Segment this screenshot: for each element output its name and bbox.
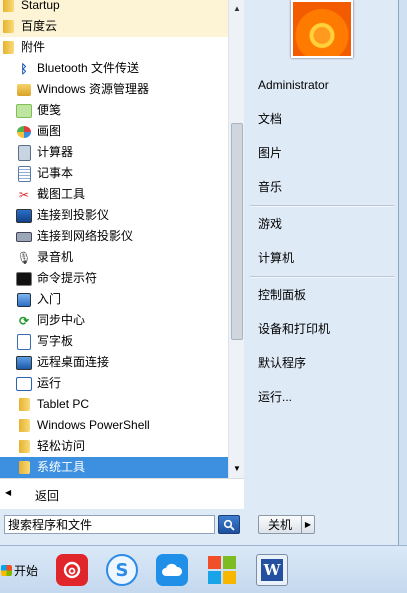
start-menu: Startup 百度云 附件 ᛒ Bluetooth 文件传送 Windows … — [0, 0, 399, 545]
snipping-tool-icon: ✂ — [18, 187, 30, 202]
program-item-remote-desktop[interactable]: 远程桌面连接 — [0, 352, 244, 373]
link-user-folder[interactable]: Administrator — [258, 78, 329, 92]
link-documents[interactable]: 文档 — [258, 112, 282, 126]
program-item-snipping-tool[interactable]: ✂ 截图工具 — [0, 184, 244, 205]
notepad-icon — [16, 165, 32, 182]
program-item-calculator[interactable]: 计算器 — [0, 142, 244, 163]
folder-icon — [16, 460, 32, 476]
paint-icon — [16, 124, 32, 140]
folder-icon — [0, 40, 16, 56]
folder-icon — [0, 19, 16, 35]
shutdown-button[interactable]: 关机 — [258, 515, 302, 534]
program-item-tablet-pc[interactable]: Tablet PC — [0, 394, 244, 415]
program-item-sync-center[interactable]: ⟳ 同步中心 — [0, 310, 244, 331]
sticky-notes-icon — [16, 103, 32, 119]
all-programs-list: Startup 百度云 附件 ᛒ Bluetooth 文件传送 Windows … — [0, 0, 244, 478]
calculator-icon — [16, 144, 32, 161]
program-item-wordpad[interactable]: 写字板 — [0, 331, 244, 352]
sound-recorder-icon: 🎙 — [16, 250, 32, 265]
folder-icon — [16, 418, 32, 434]
program-item-windows-powershell[interactable]: Windows PowerShell — [0, 415, 244, 436]
sync-center-icon: ⟳ — [18, 313, 30, 328]
taskbar: 开始 S W — [0, 545, 407, 593]
program-item-explorer[interactable]: Windows 资源管理器 — [0, 79, 244, 100]
program-item-ease-of-access[interactable]: 轻松访问 — [0, 436, 244, 457]
wordpad-icon — [16, 333, 32, 350]
link-default-programs[interactable]: 默认程序 — [258, 356, 306, 370]
program-item-baiduyun[interactable]: 百度云 — [0, 16, 228, 37]
search-button[interactable] — [218, 515, 240, 534]
projector-icon — [16, 208, 32, 224]
link-pictures[interactable]: 图片 — [258, 146, 282, 160]
start-label: 开始 — [14, 563, 39, 578]
remote-desktop-icon — [16, 355, 32, 371]
program-item-sticky-notes[interactable]: 便笺 — [0, 100, 244, 121]
program-item-notepad[interactable]: 记事本 — [0, 163, 244, 184]
programs-scrollbar[interactable]: ▲ ▼ — [228, 0, 244, 478]
back-arrow-icon: ◀ — [5, 488, 12, 497]
program-item-bluetooth[interactable]: ᛒ Bluetooth 文件传送 — [0, 58, 244, 79]
folder-icon — [16, 397, 32, 413]
separator — [250, 205, 394, 207]
command-prompt-icon — [16, 271, 32, 287]
link-music[interactable]: 音乐 — [258, 180, 282, 194]
scroll-thumb[interactable] — [231, 123, 243, 340]
program-item-projector[interactable]: 连接到投影仪 — [0, 205, 244, 226]
windows-logo-icon — [1, 564, 12, 576]
bluetooth-icon: ᛒ — [20, 61, 28, 76]
shutdown-options-arrow-icon[interactable]: ▶ — [301, 515, 315, 534]
program-item-command-prompt[interactable]: 命令提示符 — [0, 268, 244, 289]
link-games[interactable]: 游戏 — [258, 217, 282, 231]
link-control-panel[interactable]: 控制面板 — [258, 288, 306, 302]
program-item-sound-recorder[interactable]: 🎙 录音机 — [0, 247, 244, 268]
explorer-icon — [16, 82, 32, 98]
start-menu-right-pane: Administrator 文档 图片 音乐 游戏 计算机 控制面板 设备和打印… — [244, 0, 398, 545]
program-item-network-projector[interactable]: 连接到网络投影仪 — [0, 226, 244, 247]
baidu-cloud-icon[interactable] — [156, 554, 188, 586]
scroll-up-arrow-icon[interactable]: ▲ — [229, 0, 244, 16]
netease-music-icon[interactable] — [56, 554, 88, 586]
search-input[interactable] — [8, 517, 208, 532]
user-avatar[interactable] — [291, 0, 353, 58]
folder-icon — [0, 0, 16, 14]
tile-app-icon[interactable] — [206, 554, 238, 586]
link-run[interactable]: 运行... — [258, 390, 292, 404]
folder-icon — [16, 439, 32, 455]
word-icon[interactable]: W — [256, 554, 288, 586]
program-item-startup[interactable]: Startup — [0, 0, 228, 16]
separator — [250, 276, 394, 278]
back-button[interactable]: ◀ 返回 — [0, 478, 244, 509]
network-projector-icon — [16, 229, 32, 245]
search-icon — [223, 519, 235, 531]
program-item-accessories[interactable]: 附件 — [0, 37, 228, 58]
program-item-system-tools[interactable]: 系统工具 — [0, 457, 244, 478]
program-item-run[interactable]: 运行 — [0, 373, 244, 394]
getting-started-icon — [16, 292, 32, 308]
back-label: 返回 — [35, 489, 60, 503]
program-item-getting-started[interactable]: 入门 — [0, 289, 244, 310]
link-computer[interactable]: 计算机 — [258, 251, 294, 265]
sogou-input-icon[interactable]: S — [106, 554, 138, 586]
run-icon — [16, 376, 32, 392]
scroll-down-arrow-icon[interactable]: ▼ — [229, 460, 244, 476]
start-button[interactable]: 开始 — [0, 556, 40, 584]
search-box[interactable] — [4, 515, 215, 534]
program-item-paint[interactable]: 画图 — [0, 121, 244, 142]
link-devices-printers[interactable]: 设备和打印机 — [258, 322, 330, 336]
